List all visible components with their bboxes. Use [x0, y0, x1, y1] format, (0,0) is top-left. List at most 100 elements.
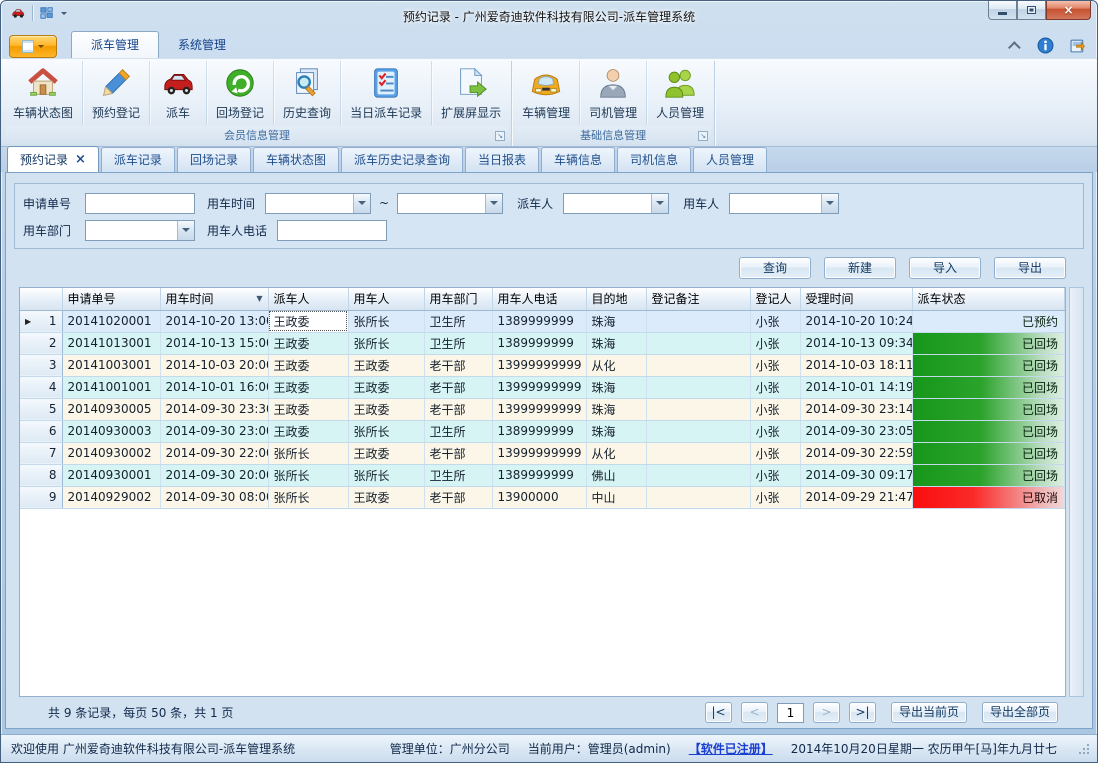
import-button[interactable]: 导入 — [909, 257, 981, 279]
doc-tab-6[interactable]: 当日报表 — [465, 147, 539, 172]
column-header[interactable]: 派车状态 — [912, 288, 1065, 310]
ribbon-button[interactable]: 司机管理 — [580, 61, 647, 125]
cell-user: 张所长 — [348, 420, 424, 442]
chevron-down-icon[interactable] — [353, 194, 370, 213]
column-header[interactable]: 申请单号 — [62, 288, 160, 310]
dialog-launcher-icon[interactable]: ↘ — [495, 131, 505, 141]
column-header[interactable] — [20, 288, 62, 310]
row-header-cell[interactable]: ▶9 — [20, 486, 62, 508]
last-page-button[interactable]: >| — [849, 702, 876, 723]
use-time-to-select[interactable] — [397, 193, 503, 214]
cell-use-time: 2014-09-30 22:00 — [160, 442, 268, 464]
close-icon[interactable]: × — [75, 155, 86, 165]
doc-tab-3[interactable]: 回场记录 — [177, 147, 251, 172]
table-row[interactable]: ▶6201409300032014-09-30 23:00王政委张所长卫生所13… — [20, 420, 1065, 442]
application-menu-button[interactable] — [9, 35, 57, 58]
apply-no-input[interactable] — [85, 193, 195, 214]
ribbon-button[interactable]: 回场登记 — [207, 61, 274, 125]
prev-page-button[interactable]: < — [741, 702, 768, 723]
ribbon-button[interactable]: 车辆状态图 — [4, 61, 83, 125]
cell-user: 张所长 — [348, 464, 424, 486]
table-row[interactable]: ▶7201409300022014-09-30 22:00张所长王政委老干部13… — [20, 442, 1065, 464]
row-header-cell[interactable]: ▶7 — [20, 442, 62, 464]
ribbon-button[interactable]: 人员管理 — [647, 61, 713, 125]
ribbon-button[interactable]: 扩展屏显示 — [432, 61, 510, 125]
export-current-page-button[interactable]: 导出当前页 — [891, 702, 967, 723]
column-header[interactable]: 目的地 — [586, 288, 646, 310]
dispatcher-select[interactable] — [563, 193, 669, 214]
row-header-cell[interactable]: ▶4 — [20, 376, 62, 398]
export-all-pages-button[interactable]: 导出全部页 — [982, 702, 1058, 723]
ribbon-button-label: 扩展屏显示 — [441, 104, 501, 121]
query-button[interactable]: 查询 — [739, 257, 811, 279]
doc-tab-2[interactable]: 派车记录 — [101, 147, 175, 172]
page-number-input[interactable] — [777, 703, 804, 723]
chevron-down-icon[interactable] — [177, 221, 194, 240]
phone-input[interactable] — [277, 220, 387, 241]
collapse-ribbon-icon[interactable] — [1008, 41, 1021, 54]
ribbon-tab-1[interactable]: 派车管理 — [71, 31, 159, 58]
row-header-cell[interactable]: ▶8 — [20, 464, 62, 486]
row-header-cell[interactable]: ▶2 — [20, 332, 62, 354]
filter-arrow-icon[interactable]: ▼ — [256, 294, 262, 303]
vertical-scrollbar[interactable] — [1069, 287, 1084, 697]
column-header[interactable]: 登记人 — [750, 288, 800, 310]
doc-tab-7[interactable]: 车辆信息 — [541, 147, 615, 172]
doc-tab-5[interactable]: 派车历史记录查询 — [341, 147, 463, 172]
cell-accept-time: 2014-10-01 14:19 — [800, 376, 912, 398]
layout-grid-icon[interactable] — [38, 5, 56, 21]
table-row[interactable]: ▶3201410030012014-10-03 20:00王政委王政委老干部13… — [20, 354, 1065, 376]
ribbon-button[interactable]: 预约登记 — [83, 61, 150, 125]
cell-phone: 1389999999 — [492, 310, 586, 332]
first-page-button[interactable]: |< — [705, 702, 732, 723]
row-header-cell[interactable]: ▶3 — [20, 354, 62, 376]
ribbon-button[interactable]: 历史查询 — [274, 61, 341, 125]
close-button[interactable]: × — [1046, 1, 1091, 20]
column-header[interactable]: 用车人电话 — [492, 288, 586, 310]
department-select[interactable] — [85, 220, 195, 241]
doc-tab-9[interactable]: 人员管理 — [693, 147, 767, 172]
column-header[interactable]: 用车人 — [348, 288, 424, 310]
use-time-from-select[interactable] — [265, 193, 371, 214]
license-link[interactable]: 【软件已注册】 — [689, 740, 773, 757]
ribbon-button-label: 回场登记 — [216, 104, 264, 121]
row-header-cell[interactable]: ▶6 — [20, 420, 62, 442]
doc-tab-1[interactable]: 预约记录× — [7, 146, 99, 172]
chevron-down-icon[interactable] — [651, 194, 668, 213]
minimize-button[interactable] — [988, 1, 1017, 20]
column-header[interactable]: 受理时间 — [800, 288, 912, 310]
ribbon-button[interactable]: 车辆管理 — [513, 61, 580, 125]
chevron-down-icon[interactable] — [821, 194, 838, 213]
new-button[interactable]: 新建 — [824, 257, 896, 279]
doc-tab-4[interactable]: 车辆状态图 — [253, 147, 339, 172]
table-row[interactable]: ▶8201409300012014-09-30 20:00张所长张所长卫生所13… — [20, 464, 1065, 486]
cell-remark — [646, 376, 750, 398]
row-header-cell[interactable]: ▶1 — [20, 310, 62, 332]
resize-grip[interactable] — [1079, 744, 1089, 754]
table-row[interactable]: ▶1201410200012014-10-20 13:00王政委张所长卫生所13… — [20, 310, 1065, 332]
table-row[interactable]: ▶9201409290022014-09-30 08:00张所长王政委老干部13… — [20, 486, 1065, 508]
column-header[interactable]: 用车时间▼ — [160, 288, 268, 310]
table-row[interactable]: ▶2201410130012014-10-13 15:00王政委张所长卫生所13… — [20, 332, 1065, 354]
table-row[interactable]: ▶5201409300052014-09-30 23:30王政委王政委老干部13… — [20, 398, 1065, 420]
column-header[interactable]: 用车部门 — [424, 288, 492, 310]
user-select[interactable] — [729, 193, 839, 214]
column-header[interactable]: 派车人 — [268, 288, 348, 310]
info-icon[interactable] — [1037, 37, 1054, 54]
chevron-down-icon[interactable] — [61, 12, 67, 18]
column-header[interactable]: 登记备注 — [646, 288, 750, 310]
export-button[interactable]: 导出 — [994, 257, 1066, 279]
ribbon-button[interactable]: 当日派车记录 — [341, 61, 432, 125]
ribbon-button[interactable]: 派车 — [150, 61, 207, 125]
ribbon-tab-2[interactable]: 系统管理 — [159, 32, 245, 58]
table-row[interactable]: ▶4201410010012014-10-01 16:00王政委王政委老干部13… — [20, 376, 1065, 398]
ribbon-button-label: 派车 — [166, 104, 190, 121]
record-summary: 共 9 条记录，每页 50 条，共 1 页 — [48, 704, 233, 721]
next-page-button[interactable]: > — [813, 702, 840, 723]
about-icon[interactable] — [1070, 37, 1087, 54]
doc-tab-8[interactable]: 司机信息 — [617, 147, 691, 172]
restore-button[interactable] — [1017, 1, 1046, 20]
row-header-cell[interactable]: ▶5 — [20, 398, 62, 420]
dialog-launcher-icon[interactable]: ↘ — [698, 131, 708, 141]
chevron-down-icon[interactable] — [485, 194, 502, 213]
